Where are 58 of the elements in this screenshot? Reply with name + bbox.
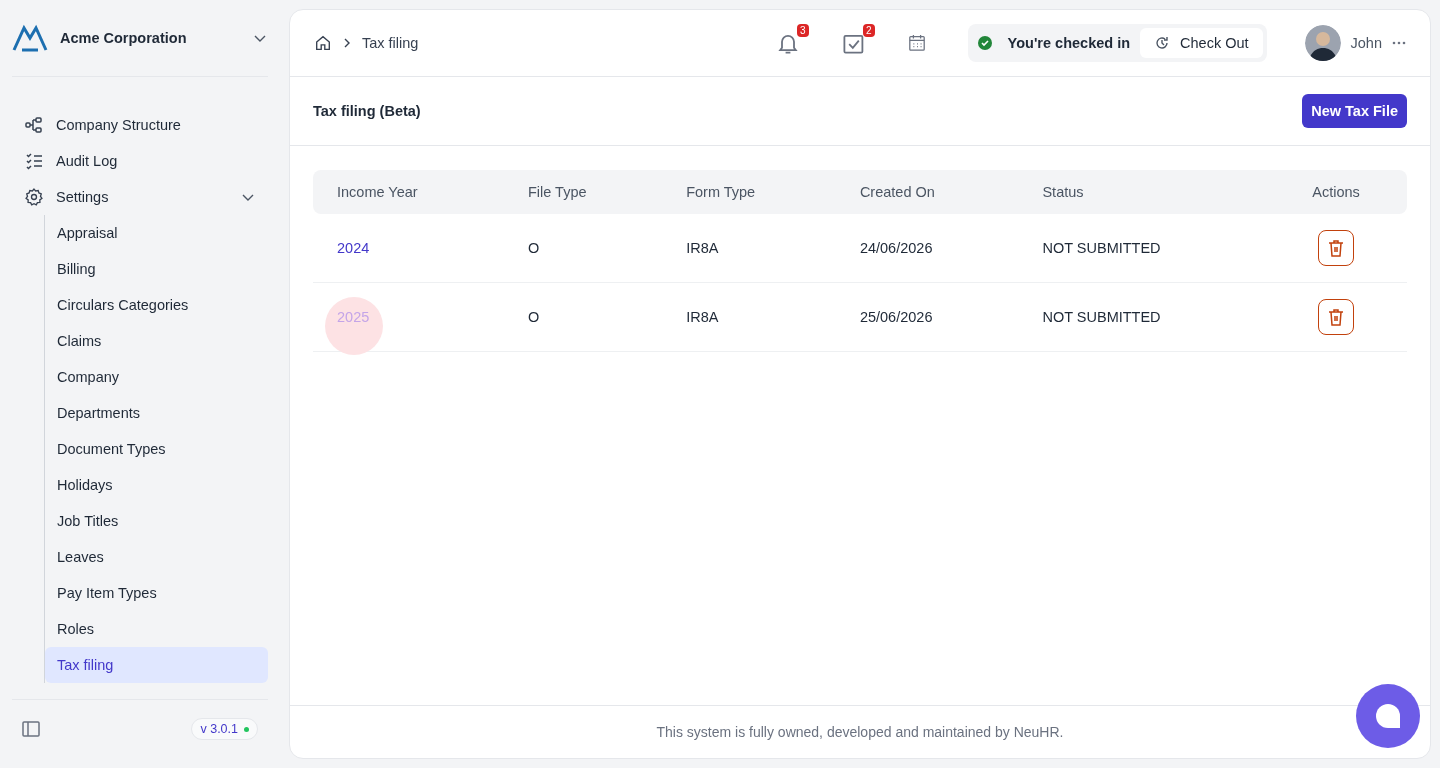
trash-icon <box>1328 308 1345 326</box>
avatar[interactable] <box>1304 25 1341 61</box>
chevron-right-icon <box>342 38 352 48</box>
table-cell: IR8A <box>662 214 836 283</box>
table-cell: 24/06/2026 <box>835 214 1019 283</box>
year-link[interactable]: 2024 <box>337 240 370 256</box>
column-header: Form Type <box>662 170 836 214</box>
column-header: Status <box>1018 170 1266 214</box>
organization-name: Acme Corporation <box>60 30 188 46</box>
delete-button[interactable] <box>1318 230 1355 266</box>
nav-subitem[interactable]: Tax filing <box>45 647 268 683</box>
checklist-icon <box>24 151 44 171</box>
page-title: Tax filing (Beta) <box>313 103 421 119</box>
nav-subitem[interactable]: Job Titles <box>45 503 268 539</box>
column-header: Actions <box>1265 170 1407 214</box>
nav-subitem[interactable]: Claims <box>45 323 268 359</box>
nav-subitem[interactable]: Leaves <box>45 539 268 575</box>
version-badge: v 3.0.1 <box>191 718 258 740</box>
breadcrumb-item[interactable]: Tax filing <box>362 35 419 51</box>
column-header: Income Year <box>313 170 504 214</box>
home-icon[interactable] <box>314 34 332 52</box>
nav-subitem[interactable]: Appraisal <box>45 215 268 251</box>
table-cell: IR8A <box>662 282 836 352</box>
more-icon[interactable] <box>1392 41 1406 45</box>
count-badge: 3 <box>797 24 809 37</box>
nav-subitem[interactable]: Pay Item Types <box>45 575 268 611</box>
table-cell: NOT SUBMITTED <box>1018 282 1266 352</box>
nav-subitem[interactable]: Holidays <box>45 467 268 503</box>
table-cell: 25/06/2026 <box>835 282 1019 352</box>
speech-bubble-icon <box>1375 703 1401 729</box>
column-header: File Type <box>503 170 663 214</box>
calendar-icon[interactable] <box>907 34 926 52</box>
logo-icon <box>12 24 48 52</box>
new-tax-file-button[interactable]: New Tax File <box>1302 94 1407 128</box>
nav-subitem[interactable]: Departments <box>45 395 268 431</box>
nav-item[interactable]: Company Structure <box>12 107 268 143</box>
nav-item[interactable]: Settings <box>12 179 268 215</box>
nav-item[interactable]: Audit Log <box>12 143 268 179</box>
nav-subitem[interactable]: Document Types <box>45 431 268 467</box>
user-name[interactable]: John <box>1350 35 1382 51</box>
nav-subitem[interactable]: Circulars Categories <box>45 287 268 323</box>
table-cell: O <box>503 214 663 283</box>
hierarchy-icon <box>24 115 44 135</box>
nav-subitem[interactable]: Company <box>45 359 268 395</box>
check-circle-icon <box>977 36 992 50</box>
table-cell: NOT SUBMITTED <box>1018 214 1266 283</box>
column-header: Created On <box>835 170 1019 214</box>
trash-icon <box>1328 239 1345 257</box>
table-cell: O <box>503 282 663 352</box>
check-out-button[interactable]: Check Out <box>1140 28 1263 58</box>
check-in-status: You're checked in <box>1006 35 1131 51</box>
settings-icon <box>24 187 44 207</box>
delete-button[interactable] <box>1318 299 1355 335</box>
count-badge: 2 <box>863 24 875 37</box>
nav-subitem[interactable]: Billing <box>45 251 268 287</box>
clock-icon <box>1154 35 1171 51</box>
nav-subitem[interactable]: Roles <box>45 611 268 647</box>
sidebar-toggle-icon[interactable] <box>22 721 40 737</box>
